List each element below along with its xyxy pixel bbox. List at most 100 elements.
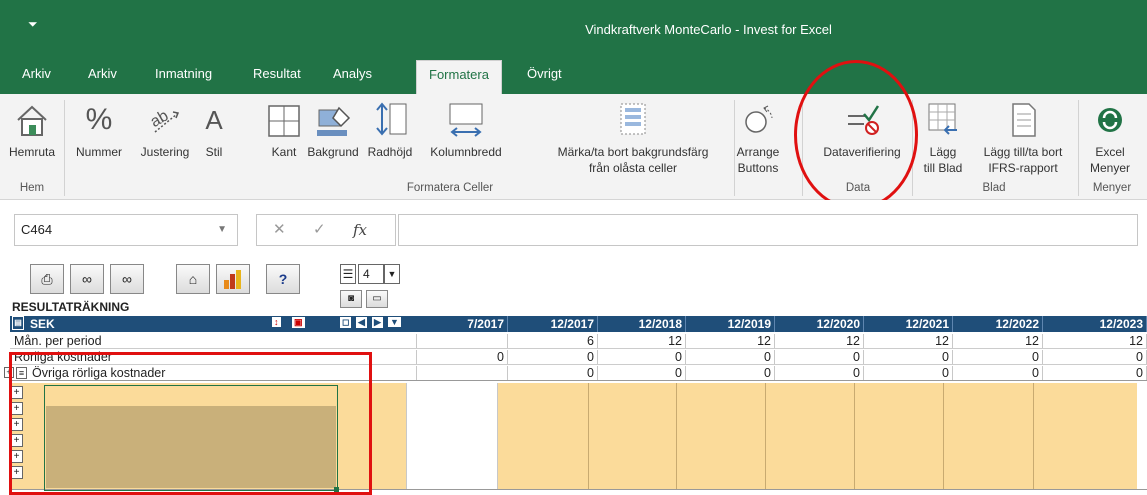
handshake-right-button[interactable]: ∞: [110, 264, 144, 294]
row-label: Mån. per period: [14, 334, 102, 348]
table-cell[interactable]: [416, 334, 508, 348]
table-cell[interactable]: 0: [953, 350, 1043, 364]
level-selector[interactable]: ☰ 4 ▼: [340, 264, 416, 286]
table-cell[interactable]: 0: [864, 350, 953, 364]
unlocked-cells-button[interactable]: Märka/ta bort bakgrundsfärg från olåsta …: [540, 100, 726, 176]
table-icon[interactable]: ▤: [12, 316, 24, 330]
hemruta-label: Hemruta: [8, 145, 55, 159]
help-icon: ?: [278, 271, 288, 287]
formula-controls: ✕ ✓ fx: [256, 214, 396, 246]
orientation-icon: ab: [132, 100, 198, 140]
camera-button[interactable]: ◙: [340, 290, 362, 308]
group-label-menyer: Menyer: [1092, 182, 1132, 194]
help-button[interactable]: ?: [266, 264, 300, 294]
period-12-2021: 12/2021: [864, 316, 953, 332]
table-cell[interactable]: 6: [508, 334, 598, 348]
arrange-buttons-button[interactable]: Arrange Buttons: [716, 100, 800, 176]
table-cell[interactable]: 0: [953, 366, 1043, 380]
excel-menyer-label-2: Menyer: [1089, 161, 1130, 175]
justering-button[interactable]: ab Justering: [132, 100, 198, 160]
group-label-formatera-celler: Formatera Celler: [406, 182, 494, 194]
border-icon: [266, 100, 302, 140]
next-icon[interactable]: ▶: [372, 317, 383, 328]
format-icon[interactable]: ▣: [292, 317, 305, 328]
table-cell[interactable]: 12: [953, 334, 1043, 348]
input-area[interactable]: [498, 383, 1137, 489]
fx-icon[interactable]: fx: [353, 215, 367, 245]
sort-icon[interactable]: ↕: [272, 317, 281, 327]
table-cell[interactable]: 0: [775, 350, 864, 364]
chart-button[interactable]: [216, 264, 250, 294]
arrange-label-1: Arrange: [736, 145, 780, 159]
excel-menyer-button[interactable]: Excel Menyer: [1082, 100, 1138, 176]
kolumnbredd-button[interactable]: Kolumnbredd: [416, 100, 516, 160]
radhojd-button[interactable]: Radhöjd: [364, 100, 416, 160]
handshake-right-icon: ∞: [122, 271, 132, 287]
font-a-icon: A: [205, 105, 223, 135]
table-cell[interactable]: 0: [775, 366, 864, 380]
table-cell[interactable]: 0: [598, 366, 686, 380]
bakgrund-label: Bakgrund: [307, 145, 359, 159]
table-cell[interactable]: 12: [1043, 334, 1147, 348]
table-cell[interactable]: 0: [508, 350, 598, 364]
table-button[interactable]: ▭: [366, 290, 388, 308]
table-cell[interactable]: 0: [864, 366, 953, 380]
table-cell[interactable]: 12: [598, 334, 686, 348]
column-width-icon: [416, 100, 516, 140]
bakgrund-button[interactable]: Bakgrund: [302, 100, 364, 160]
home-icon: ⌂: [188, 271, 198, 287]
tab-formatera[interactable]: Formatera: [416, 60, 502, 94]
table-cell[interactable]: 0: [1043, 366, 1147, 380]
chevron-down-icon[interactable]: ▼: [217, 215, 227, 245]
fill-color-icon: [302, 100, 364, 140]
tab-ovrigt[interactable]: Övrigt: [527, 62, 562, 94]
chevron-down-icon[interactable]: ▼: [384, 264, 400, 284]
handshake-left-button[interactable]: ∞: [70, 264, 104, 294]
tab-arkiv-1[interactable]: Arkiv: [22, 62, 51, 94]
add-sheet-button[interactable]: Lägg till Blad: [914, 100, 972, 176]
add-sheet-label-1: Lägg: [929, 145, 957, 159]
window-title: Vindkraftverk MonteCarlo - Invest for Ex…: [585, 22, 832, 37]
table-cell[interactable]: [416, 366, 508, 380]
filter-icon[interactable]: ▼: [388, 317, 401, 327]
kant-button[interactable]: Kant: [266, 100, 302, 160]
stil-button[interactable]: A Stil: [198, 100, 230, 160]
unlocked-cells-label-1: Märka/ta bort bakgrundsfärg: [557, 145, 709, 159]
tab-arkiv-2[interactable]: Arkiv: [88, 62, 117, 94]
home-sheet-button[interactable]: ⌂: [176, 264, 210, 294]
group-separator: [64, 100, 65, 196]
excel-menu-icon: [1082, 100, 1138, 140]
name-box[interactable]: C464 ▼: [14, 214, 238, 246]
ifrs-report-button[interactable]: Lägg till/ta bort IFRS-rapport: [972, 100, 1074, 176]
table-cell[interactable]: 0: [416, 350, 508, 364]
unlocked-cells-label-2: från olåsta celler: [588, 161, 678, 175]
arrange-icon: [716, 100, 800, 140]
percent-icon: %: [85, 103, 113, 136]
table-cell[interactable]: 0: [1043, 350, 1147, 364]
svg-text:ab: ab: [148, 107, 172, 131]
period-12-2018: 12/2018: [598, 316, 686, 332]
collapse-icon[interactable]: ◻: [340, 317, 352, 328]
tab-inmatning[interactable]: Inmatning: [155, 62, 212, 94]
period-12-2020: 12/2020: [775, 316, 864, 332]
table-cell[interactable]: 0: [508, 366, 598, 380]
table-cell[interactable]: 0: [598, 350, 686, 364]
formula-bar: C464 ▼ ✕ ✓ fx: [0, 200, 1147, 262]
table-cell[interactable]: 12: [864, 334, 953, 348]
ribbon: Hemruta % Nummer ab Justering A Stil Kan…: [0, 94, 1147, 200]
table-cell[interactable]: 0: [686, 350, 775, 364]
nummer-button[interactable]: % Nummer: [66, 100, 132, 160]
table-cell[interactable]: 12: [775, 334, 864, 348]
cancel-icon[interactable]: ✕: [273, 215, 286, 245]
table-cell[interactable]: 0: [686, 366, 775, 380]
hemruta-button[interactable]: Hemruta: [4, 100, 60, 160]
table-cell[interactable]: 12: [686, 334, 775, 348]
prev-icon[interactable]: ◀: [356, 317, 367, 328]
handshake-left-icon: ∞: [82, 271, 92, 287]
tab-resultat[interactable]: Resultat: [253, 62, 301, 94]
tab-analys[interactable]: Analys: [333, 62, 372, 94]
print-button[interactable]: ⎙: [30, 264, 64, 294]
formula-input[interactable]: [398, 214, 1138, 246]
enter-icon[interactable]: ✓: [313, 215, 326, 245]
nummer-label: Nummer: [75, 145, 122, 159]
